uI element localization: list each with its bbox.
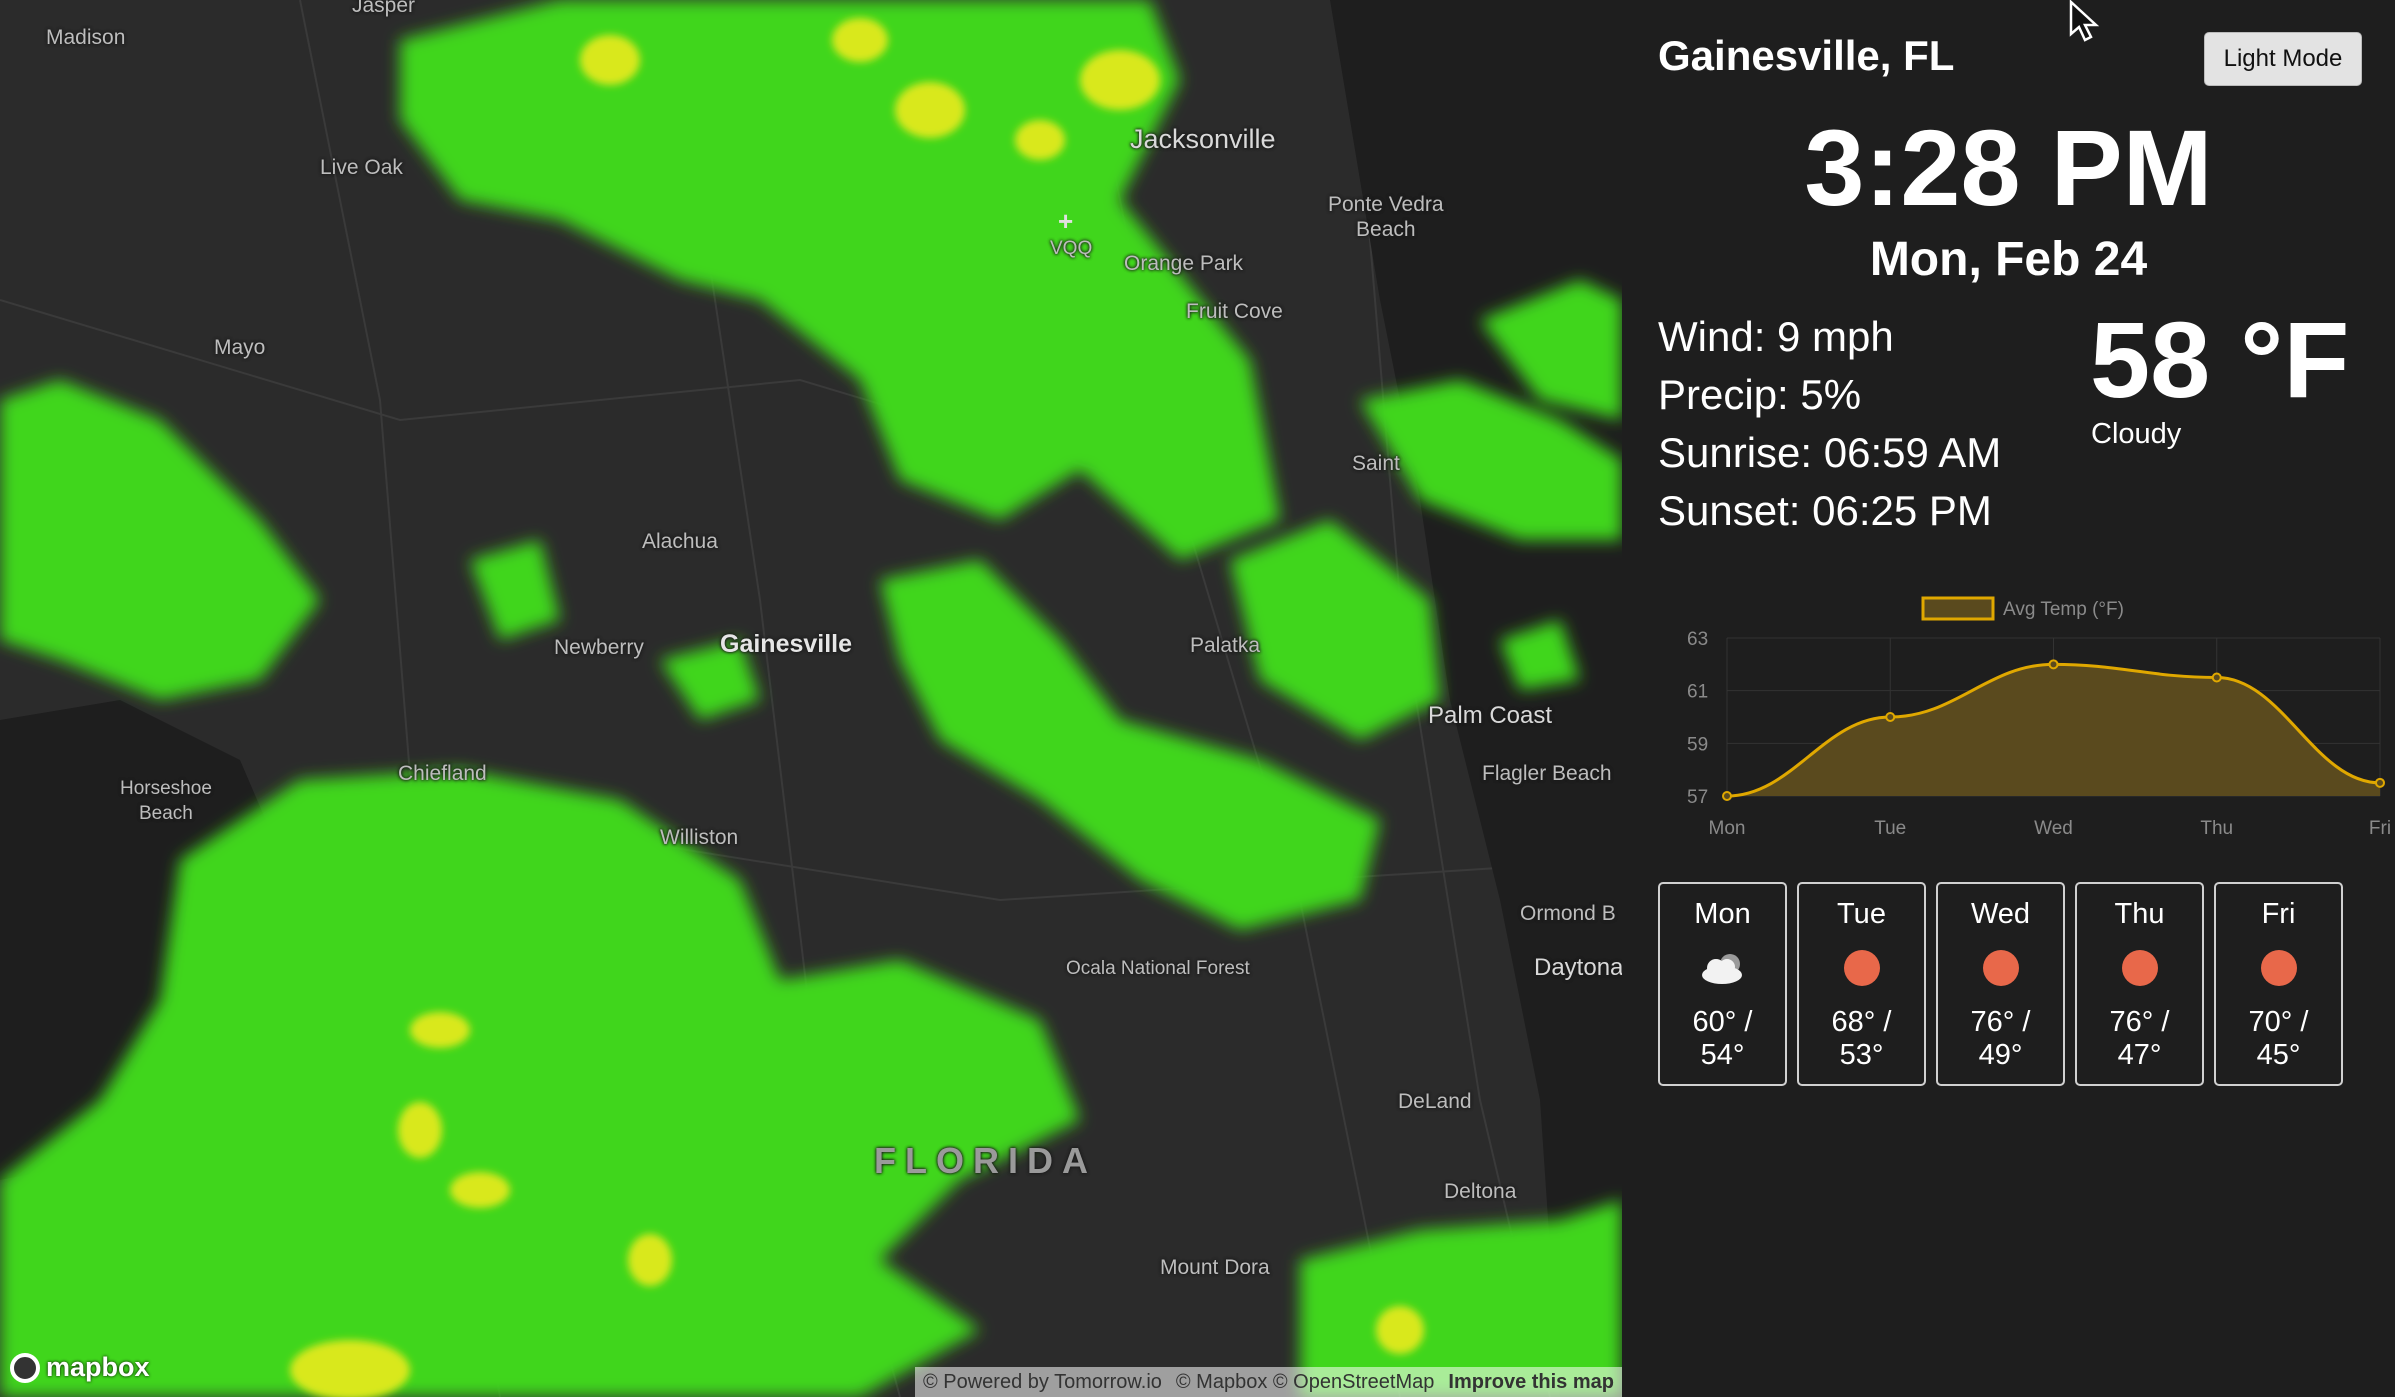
map-label-jasper: Jasper xyxy=(352,0,416,17)
forecast-high: 68° / xyxy=(1831,1006,1892,1038)
weather-dashboard: Madison Jasper Jacksonville Live Oak + V… xyxy=(0,0,2395,1397)
map-label-chiefland: Chiefland xyxy=(398,762,487,785)
weather-sidebar: Gainesville, FL Light Mode 3:28 PM Mon, … xyxy=(1622,0,2395,1397)
improve-map-link[interactable]: Improve this map xyxy=(1448,1371,1614,1394)
location-title: Gainesville, FL xyxy=(1658,32,1955,79)
attribution-powered[interactable]: © Powered by Tomorrow.io xyxy=(923,1371,1162,1394)
series-point xyxy=(1885,712,1896,722)
legend-swatch xyxy=(1921,596,1995,621)
x-tick-label: Thu xyxy=(2200,818,2233,839)
forecast-day-name: Tue xyxy=(1837,898,1886,930)
forecast-low: 54° xyxy=(1700,1039,1745,1071)
current-date: Mon, Feb 24 xyxy=(1869,233,2148,286)
series-point xyxy=(2375,777,2385,788)
forecast-temps: 68° /53° xyxy=(1832,1006,1892,1072)
map-label-saint: Saint xyxy=(1352,452,1400,475)
forecast-high: 60° / xyxy=(1692,1006,1753,1038)
y-tick-label: 57 xyxy=(1687,787,1708,808)
sunrise-value: Sunrise: 06:59 AM xyxy=(1658,429,2002,476)
current-time: 3:28 PM xyxy=(1804,107,2213,228)
map-label-florida: FLORIDA xyxy=(874,1140,1097,1181)
weather-details: Wind: 9 mph Precip: 5% Sunrise: 06:59 AM… xyxy=(1658,308,2001,540)
map-label-daytona: Daytona xyxy=(1534,954,1622,981)
series-point xyxy=(2048,659,2059,670)
airport-icon: + xyxy=(1058,206,1074,236)
map-label-gainesville: Gainesville xyxy=(720,630,853,658)
legend-label: Avg Temp (°F) xyxy=(2003,599,2124,620)
map-label-flagler-beach: Flagler Beach xyxy=(1482,762,1612,785)
forecast-day-card: Tue 68° /53° xyxy=(1797,882,1926,1086)
sun-icon xyxy=(2121,938,2158,998)
current-condition: Cloudy xyxy=(2091,418,2182,450)
map-label-palatka: Palatka xyxy=(1190,634,1261,657)
forecast-low: 45° xyxy=(2256,1039,2301,1071)
forecast-low: 53° xyxy=(1839,1039,1884,1071)
series-point xyxy=(1722,791,1732,801)
forecast-day-name: Mon xyxy=(1694,898,1751,930)
series-area xyxy=(1727,664,2380,796)
x-tick-label: Tue xyxy=(1874,818,1906,839)
mapbox-logo[interactable]: mapbox xyxy=(10,1352,150,1383)
forecast-temps: 60° /54° xyxy=(1693,1006,1753,1072)
forecast-day-name: Thu xyxy=(2114,898,2165,930)
map-label-orange-park: Orange Park xyxy=(1124,252,1244,275)
forecast-day-name: Fri xyxy=(2261,898,2296,930)
sun-icon xyxy=(1982,938,2019,998)
map-label-ormond-beach: Ormond B xyxy=(1520,902,1616,925)
forecast-high: 76° / xyxy=(1970,1006,2031,1038)
forecast-day-card: Wed 76° /49° xyxy=(1936,882,2065,1086)
forecast-temps: 76° /49° xyxy=(1971,1006,2031,1072)
forecast-low: 47° xyxy=(2117,1039,2162,1071)
cloud-icon xyxy=(1698,938,1748,998)
map-attribution: © Powered by Tomorrow.io © Mapbox © Open… xyxy=(914,1367,1622,1397)
map-label-ponte-vedra: Ponte Vedra Beach xyxy=(1328,193,1444,241)
map-label-palm-coast: Palm Coast xyxy=(1428,702,1553,729)
map-label-alachua: Alachua xyxy=(642,530,718,553)
mapbox-logo-text: mapbox xyxy=(46,1352,150,1382)
map-label-fruit-cove: Fruit Cove xyxy=(1186,300,1283,323)
attribution-credits[interactable]: © Mapbox © OpenStreetMap xyxy=(1176,1371,1435,1394)
wind-value: Wind: 9 mph xyxy=(1658,313,1894,360)
map-label-williston: Williston xyxy=(660,826,739,849)
map-label-ocala-forest: Ocala National Forest xyxy=(1066,958,1250,979)
avg-temp-chart: 57 59 61 63 Mon Tue Wed Thu Fri Avg Temp (°F) xyxy=(1687,596,2390,839)
forecast-day-name: Wed xyxy=(1970,898,2031,930)
map-label-mount-dora: Mount Dora xyxy=(1160,1256,1270,1279)
series-point xyxy=(2211,672,2222,683)
forecast-low: 49° xyxy=(1978,1039,2023,1071)
sun-icon xyxy=(1843,938,1880,998)
forecast-day-card: Fri 70° /45° xyxy=(2214,882,2343,1086)
forecast-temps: 76° /47° xyxy=(2110,1006,2170,1072)
sun-icon xyxy=(2260,938,2297,998)
y-tick-label: 61 xyxy=(1687,682,1708,703)
map-label-deltona: Deltona xyxy=(1444,1180,1517,1203)
light-mode-button[interactable]: Light Mode xyxy=(2204,32,2362,86)
y-tick-label: 63 xyxy=(1687,629,1708,650)
map-label-live-oak: Live Oak xyxy=(320,156,403,179)
map-label-vqq: VQQ xyxy=(1050,238,1093,259)
map-label-deland: DeLand xyxy=(1398,1090,1472,1113)
forecast-day-card: Mon 60° /54° xyxy=(1658,882,1787,1086)
five-day-forecast: Mon 60° /54° Tue 68° /53° Wed 76° /49° Thu 76° … xyxy=(1658,882,2343,1086)
mouse-cursor-icon xyxy=(2069,0,2100,42)
forecast-day-card: Thu 76° /47° xyxy=(2075,882,2204,1086)
x-tick-label: Wed xyxy=(2034,818,2073,839)
radar-map[interactable]: Madison Jasper Jacksonville Live Oak + V… xyxy=(0,0,1622,1397)
x-tick-label: Fri xyxy=(2369,818,2390,839)
sunset-value: Sunset: 06:25 PM xyxy=(1658,487,1992,534)
map-label-mayo: Mayo xyxy=(214,336,266,359)
map-label-madison: Madison xyxy=(46,26,126,49)
current-temperature: 58 °F xyxy=(2090,299,2350,420)
map-label-newberry: Newberry xyxy=(554,636,644,659)
precip-value: Precip: 5% xyxy=(1658,371,1862,418)
map-label-jacksonville: Jacksonville xyxy=(1130,124,1276,154)
x-tick-label: Mon xyxy=(1709,818,1746,839)
forecast-high: 70° / xyxy=(2248,1006,2309,1038)
forecast-high: 76° / xyxy=(2109,1006,2170,1038)
mapbox-logo-icon xyxy=(10,1352,40,1383)
map-label-horseshoe-beach: Horseshoe Beach xyxy=(120,778,212,824)
y-tick-label: 59 xyxy=(1687,734,1708,755)
forecast-temps: 70° /45° xyxy=(2249,1006,2309,1072)
